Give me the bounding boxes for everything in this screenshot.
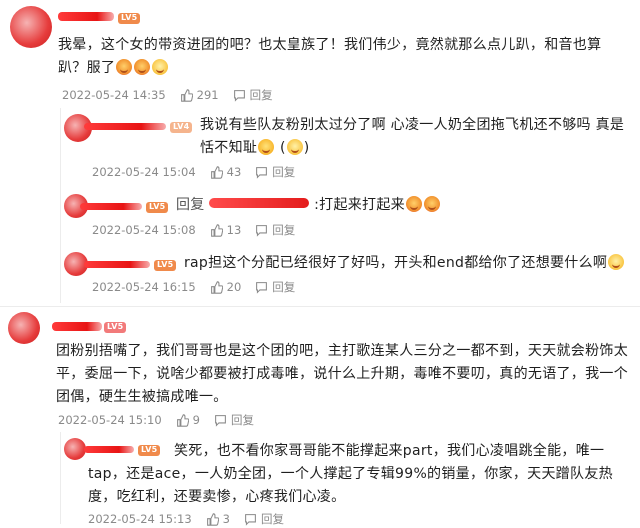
timestamp: 2022-05-24 15:10 — [58, 413, 162, 427]
avatar[interactable] — [64, 438, 86, 460]
like-button[interactable]: 3 — [206, 512, 230, 526]
thread-divider — [60, 108, 61, 303]
thumbs-up-icon — [176, 413, 189, 427]
thumbs-up-icon — [210, 280, 223, 294]
level-badge: LV5 — [118, 13, 141, 24]
like-count: 291 — [196, 88, 219, 102]
thumbs-up-icon — [180, 88, 193, 102]
avatar[interactable] — [8, 312, 40, 344]
like-count: 9 — [192, 413, 200, 427]
comment-text: 回复 :打起来打起来 — [176, 194, 626, 217]
comment-text: 我说有些队友粉别太过分了啊 心凌一人奶全团拖飞机还不够吗 真是恬不知耻 () — [200, 117, 625, 156]
username-redacted[interactable] — [80, 203, 142, 210]
reply-label: 回复 — [272, 223, 296, 237]
emoji-icon — [286, 139, 303, 155]
mention-redacted[interactable] — [209, 198, 310, 208]
reply-button[interactable]: 回复 — [244, 511, 284, 527]
comment-bubble-icon — [215, 414, 226, 427]
level-badge: LV5 — [146, 202, 169, 213]
emoji-icon — [405, 196, 422, 212]
reply-button[interactable]: 回复 — [233, 87, 273, 103]
reply-label: 回复 — [272, 280, 296, 294]
like-count: 20 — [226, 280, 242, 294]
emoji-icon — [134, 59, 151, 75]
like-count: 3 — [222, 512, 230, 526]
emoji-icon — [258, 139, 275, 155]
like-count: 43 — [226, 165, 242, 179]
like-button[interactable]: 9 — [176, 413, 200, 427]
comment-text: rap担这个分配已经很好了好吗，开头和end都给你了还想要什么啊 — [184, 252, 630, 275]
thumbs-up-icon — [210, 223, 223, 237]
emoji-icon — [152, 59, 169, 75]
username-redacted[interactable] — [52, 322, 102, 331]
comment-meta: 2022-05-24 16:15 20 回复 — [92, 279, 295, 295]
timestamp: 2022-05-24 15:08 — [92, 223, 196, 237]
comment-bubble-icon — [256, 281, 268, 294]
level-badge: LV5 — [154, 260, 177, 271]
comment-bubble-icon — [256, 166, 268, 179]
reply-button[interactable]: 回复 — [255, 279, 295, 295]
comment-bubble-icon — [233, 89, 245, 102]
timestamp: 2022-05-24 15:04 — [92, 165, 196, 179]
timestamp: 2022-05-24 16:15 — [92, 280, 196, 294]
comment-meta: 2022-05-24 15:04 43 回复 — [92, 164, 295, 180]
like-count: 13 — [226, 223, 242, 237]
comment-text: 我晕，这个女的带资进团的吧？也太皇族了！我们伟少，竟然就那么点儿趴，和音也算趴？… — [58, 37, 602, 76]
reply-button[interactable]: 回复 — [255, 222, 295, 238]
comment-bubble-icon — [256, 224, 268, 237]
reply-label: 回复 — [272, 165, 296, 179]
avatar[interactable] — [10, 6, 52, 48]
username-redacted[interactable] — [84, 123, 166, 130]
comment-meta: 2022-05-24 14:35 291 回复 — [62, 87, 273, 103]
emoji-icon — [116, 59, 133, 75]
comment-text: 团粉别捂嘴了，我们哥哥也是这个团的吧，主打歌连某人三分之一都不到，天天就会粉饰太… — [56, 343, 628, 405]
reply-prefix: 回复 — [176, 197, 205, 213]
emoji-icon — [423, 196, 440, 212]
emoji-icon — [608, 254, 625, 270]
comment-meta: 2022-05-24 15:13 3 回复 — [88, 511, 284, 527]
reply-button[interactable]: 回复 — [214, 412, 254, 428]
level-badge: LV4 — [170, 122, 193, 133]
timestamp: 2022-05-24 15:13 — [88, 512, 192, 526]
like-button[interactable]: 291 — [180, 88, 219, 102]
reply-label: 回复 — [260, 512, 284, 526]
like-button[interactable]: 13 — [210, 223, 242, 237]
thumbs-up-icon — [210, 165, 223, 179]
like-button[interactable]: 20 — [210, 280, 242, 294]
reply-label: 回复 — [249, 88, 273, 102]
thumbs-up-icon — [206, 512, 219, 526]
level-badge: LV5 — [104, 322, 127, 333]
username-redacted[interactable] — [84, 261, 150, 268]
timestamp: 2022-05-24 14:35 — [62, 88, 166, 102]
username-redacted[interactable] — [58, 12, 114, 21]
comment-text: 笑死，也不看你家哥哥能不能撑起来part，我们心凌唱跳全能，唯一 tap，还是a… — [88, 443, 613, 505]
reply-button[interactable]: 回复 — [255, 164, 295, 180]
comment-divider — [0, 306, 640, 307]
thread-divider — [60, 432, 61, 524]
reply-label: 回复 — [230, 413, 254, 427]
comment-meta: 2022-05-24 15:10 9 回复 — [58, 412, 254, 428]
like-button[interactable]: 43 — [210, 165, 242, 179]
comment-bubble-icon — [245, 513, 256, 526]
comment-meta: 2022-05-24 15:08 13 回复 — [92, 222, 295, 238]
